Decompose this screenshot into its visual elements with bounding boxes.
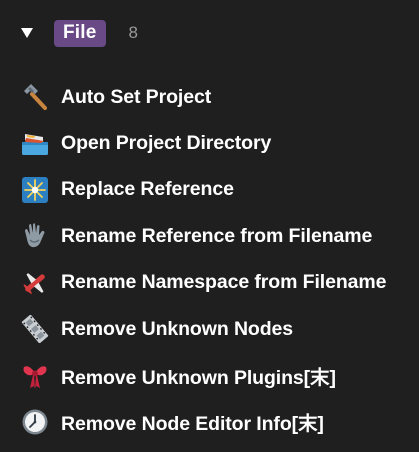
list-item-auto-set-project[interactable]: Auto Set Project <box>20 74 410 120</box>
list-item-rename-reference-from-filename[interactable]: Rename Reference from Filename <box>20 213 410 259</box>
list-item-remove-node-editor-info[interactable]: Remove Node Editor Info[末] <box>20 399 410 445</box>
item-label: Open Project Directory <box>61 132 272 155</box>
film-strip-icon <box>20 314 50 344</box>
list-item-rename-namespace-from-filename[interactable]: Rename Namespace from Filename <box>20 260 410 306</box>
list-item-replace-reference[interactable]: Replace Reference <box>20 167 410 213</box>
command-list: Auto Set Project Open Project Directory <box>20 74 410 445</box>
item-label: Replace Reference <box>61 178 234 201</box>
clock-icon <box>20 407 50 437</box>
list-item-remove-unknown-nodes[interactable]: Remove Unknown Nodes <box>20 306 410 352</box>
caret-down-icon[interactable] <box>20 18 42 48</box>
command-panel: File 8 Auto Set Project Open Project Dir… <box>0 0 419 452</box>
list-item-open-project-directory[interactable]: Open Project Directory <box>20 120 410 166</box>
airplane-icon <box>20 268 50 298</box>
ribbon-icon <box>20 361 50 391</box>
item-label: Rename Reference from Filename <box>61 224 373 247</box>
group-header-file[interactable]: File 8 <box>20 18 138 48</box>
list-item-remove-unknown-plugins[interactable]: Remove Unknown Plugins[末] <box>20 352 410 398</box>
hammer-icon <box>20 82 50 112</box>
item-label: Rename Namespace from Filename <box>61 271 387 294</box>
group-count: 8 <box>128 23 138 42</box>
item-label: Remove Unknown Plugins[末] <box>61 367 336 390</box>
item-label: Remove Unknown Nodes <box>61 317 294 340</box>
drawer-icon <box>20 129 50 159</box>
group-badge: File <box>54 19 106 47</box>
item-label: Auto Set Project <box>61 85 212 108</box>
glove-icon <box>20 221 50 251</box>
item-label: Remove Node Editor Info[末] <box>61 413 324 436</box>
sparkle-icon <box>20 175 50 205</box>
